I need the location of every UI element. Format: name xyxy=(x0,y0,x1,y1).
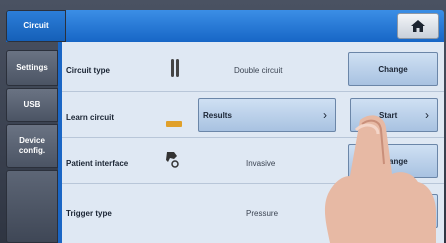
row-patient-interface: Patient interface Invasive Change xyxy=(62,138,444,184)
button-label: Change xyxy=(378,156,408,166)
home-button[interactable] xyxy=(397,13,439,39)
chevron-right-icon: › xyxy=(323,108,327,122)
button-label: Start xyxy=(379,111,398,120)
sidebar-empty-tab xyxy=(6,170,58,243)
row-value: Double circuit xyxy=(234,66,283,75)
button-label: Results xyxy=(203,111,232,120)
row-label: Patient interface xyxy=(66,159,129,168)
row-circuit-type: Circuit type Double circuit Change xyxy=(62,46,444,92)
circuit-indicator-icon xyxy=(166,114,182,132)
start-button[interactable]: Start › xyxy=(350,98,438,132)
circuit-tube-icon xyxy=(170,58,180,83)
sidebar-item-settings[interactable]: Settings xyxy=(6,50,58,86)
chevron-right-icon: › xyxy=(425,108,429,122)
row-value: Invasive xyxy=(246,159,276,168)
button-label: Change xyxy=(378,64,408,74)
sidebar-item-label: USB xyxy=(23,100,41,109)
change-trigger-button[interactable] xyxy=(348,194,438,228)
change-circuit-button[interactable]: Change xyxy=(348,52,438,86)
home-icon xyxy=(411,20,425,32)
results-button[interactable]: Results › xyxy=(198,98,336,132)
row-learn-circuit: Learn circuit Results › Start › xyxy=(62,92,444,138)
row-value: Pressure xyxy=(246,209,279,218)
change-interface-button[interactable]: Change xyxy=(348,144,438,178)
header-bar xyxy=(6,10,444,42)
tab-circuit[interactable]: Circuit xyxy=(6,10,66,42)
sidebar-item-label: Settings xyxy=(16,63,48,72)
sidebar-item-label: Device config. xyxy=(18,136,46,155)
patient-interface-icon xyxy=(164,150,180,173)
sidebar-item-device-config[interactable]: Device config. xyxy=(6,124,58,168)
sidebar-item-usb[interactable]: USB xyxy=(6,88,58,122)
row-label: Learn circuit xyxy=(66,113,115,122)
row-trigger-type: Trigger type Pressure xyxy=(62,184,444,243)
tab-circuit-label: Circuit xyxy=(23,21,49,30)
row-label: Circuit type xyxy=(66,66,111,75)
row-label: Trigger type xyxy=(66,209,112,218)
